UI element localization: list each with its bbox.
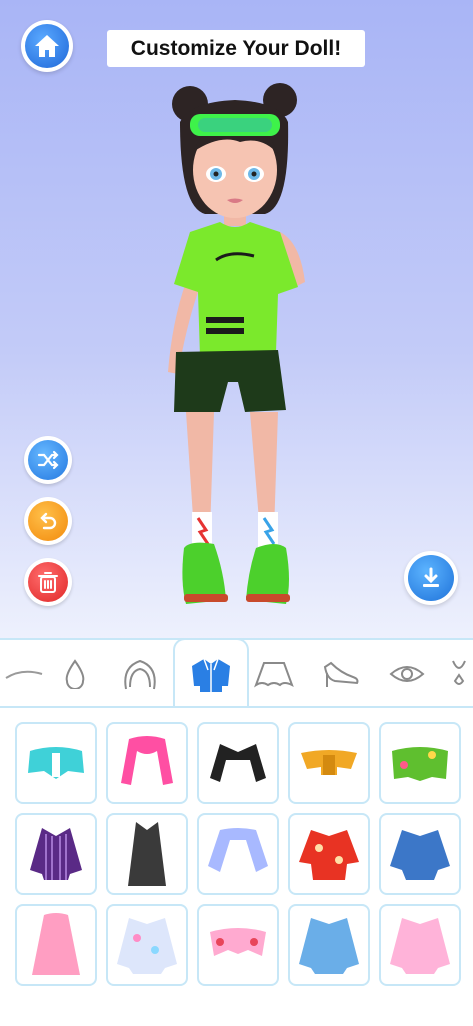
tab-makeup[interactable]: [50, 650, 100, 698]
item-grid: [15, 722, 461, 986]
item-teal-puffer-jacket[interactable]: [15, 722, 97, 804]
home-button[interactable]: [21, 20, 73, 72]
item-blue-denim-jacket[interactable]: [379, 813, 461, 895]
undo-icon: [40, 512, 57, 530]
item-pastel-patch-jacket[interactable]: [106, 904, 188, 986]
page-title: Customize Your Doll!: [107, 30, 365, 67]
home-icon: [35, 35, 59, 57]
item-green-patch-jacket[interactable]: [379, 722, 461, 804]
doll-character: [168, 83, 305, 604]
item-pink-fur-coat[interactable]: [15, 904, 97, 986]
item-pink-oversized-jacket[interactable]: [379, 904, 461, 986]
delete-button[interactable]: [24, 558, 72, 606]
hair-icon: [124, 659, 156, 690]
tab-accessories[interactable]: [444, 650, 473, 698]
shuffle-icon: [37, 450, 59, 470]
item-pastel-sleeve-shrug[interactable]: [197, 813, 279, 895]
item-red-floral-kimono[interactable]: [288, 813, 370, 895]
item-black-long-coat[interactable]: [106, 813, 188, 895]
item-black-leather-jacket[interactable]: [197, 722, 279, 804]
drop-icon: [65, 659, 85, 689]
item-yellow-crop-jacket[interactable]: [288, 722, 370, 804]
shuffle-button[interactable]: [24, 436, 72, 484]
item-panel: [0, 706, 473, 1026]
heel-shoe-icon: [323, 661, 359, 687]
tab-hair[interactable]: [112, 650, 168, 698]
necklace-icon: [451, 660, 466, 685]
item-purple-striped-blazer[interactable]: [15, 813, 97, 895]
tab-eyebrows[interactable]: [0, 650, 48, 698]
item-pink-shrug[interactable]: [106, 722, 188, 804]
item-pink-floral-shrug[interactable]: [197, 904, 279, 986]
download-button[interactable]: [404, 551, 458, 605]
category-tabbar: [0, 638, 473, 710]
trash-icon: [38, 572, 58, 593]
tab-shoes[interactable]: [316, 650, 366, 698]
jacket-icon: [192, 658, 230, 692]
eye-icon: [389, 666, 425, 682]
eyebrow-icon: [5, 670, 43, 679]
undo-button[interactable]: [24, 497, 72, 545]
tab-eyes[interactable]: [382, 650, 432, 698]
tab-skirts[interactable]: [248, 650, 300, 698]
item-blue-denim-patch-jacket[interactable]: [288, 904, 370, 986]
tab-jackets[interactable]: [173, 638, 249, 710]
skirt-icon: [254, 662, 294, 688]
download-icon: [423, 567, 439, 587]
